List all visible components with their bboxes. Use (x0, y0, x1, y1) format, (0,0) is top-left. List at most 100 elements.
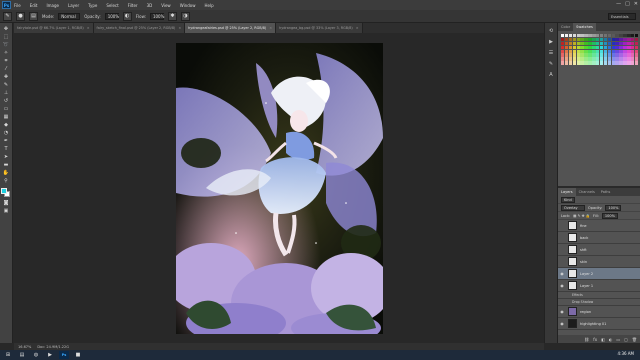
swatch-cell[interactable] (607, 57, 612, 61)
quick-select-tool-icon[interactable]: ✧ (2, 49, 11, 56)
swatch-cell[interactable] (580, 53, 584, 57)
swatch-cell[interactable] (584, 57, 588, 61)
swatch-cell[interactable] (576, 34, 580, 38)
lock-icons[interactable]: ▦ ✎ ✥ 🔒 (573, 214, 590, 218)
swatch-cell[interactable] (564, 45, 569, 50)
swatch-cell[interactable] (568, 49, 573, 53)
swatch-cell[interactable] (603, 53, 608, 57)
fx-icon[interactable]: fx (593, 337, 597, 342)
swatch-cell[interactable] (603, 37, 608, 42)
swatch-cell[interactable] (588, 57, 592, 61)
swatch-cell[interactable] (599, 41, 604, 46)
layer-effects[interactable]: Effects (558, 292, 640, 299)
brush-size-icon[interactable]: ● (16, 11, 25, 21)
swatch-cell[interactable] (572, 53, 577, 57)
swatch-cell[interactable] (627, 37, 631, 42)
swatch-cell[interactable] (576, 53, 580, 57)
swatch-cell[interactable] (588, 45, 592, 50)
swatch-cell[interactable] (619, 49, 623, 53)
layer-row[interactable]: fine (558, 220, 640, 232)
dodge-tool-icon[interactable]: ◔ (2, 129, 11, 136)
swatch-cell[interactable] (596, 53, 600, 57)
swatch-cell[interactable] (592, 53, 596, 57)
layer-row[interactable]: shft (558, 244, 640, 256)
swatch-cell[interactable] (588, 41, 592, 46)
swatch-cell[interactable] (572, 45, 577, 50)
pen-tool-icon[interactable]: ✒ (2, 137, 11, 144)
swatch-cell[interactable] (611, 37, 615, 42)
swatch-cell[interactable] (631, 45, 635, 50)
menu-window[interactable]: Window (180, 3, 196, 8)
swatch-cell[interactable] (599, 45, 604, 50)
trash-icon[interactable]: 🗑 (632, 337, 637, 342)
swatch-cell[interactable] (619, 45, 623, 50)
actions-icon[interactable]: ▶ (547, 38, 555, 45)
kind-filter[interactable]: Kind (561, 196, 575, 203)
swatch-cell[interactable] (615, 45, 619, 50)
swatch-cell[interactable] (623, 49, 627, 53)
swatch-cell[interactable] (607, 41, 612, 46)
swatch-cell[interactable] (607, 61, 612, 65)
brush-settings-icon[interactable]: ✎ (547, 60, 555, 67)
swatch-cell[interactable] (615, 53, 619, 57)
screen-mode-icon[interactable]: ▣ (2, 207, 11, 214)
swatch-cell[interactable] (592, 49, 596, 53)
layer-row[interactable]: ◉ highlighting 01 (558, 318, 640, 330)
swatch-cell[interactable] (615, 61, 619, 65)
swatch-cell[interactable] (599, 57, 604, 61)
tab-fairy-sketch[interactable]: fairy_sketch_final.psd @ 25% (Layer 2, R… (93, 23, 186, 33)
swatch-cell[interactable] (634, 34, 639, 38)
swatch-cell[interactable] (619, 57, 623, 61)
swatch-cell[interactable] (634, 37, 639, 42)
swatch-cell[interactable] (623, 34, 627, 38)
swatch-cell[interactable] (623, 41, 627, 46)
swatch-cell[interactable] (592, 45, 596, 50)
swatch-cell[interactable] (611, 57, 615, 61)
maximize-button[interactable]: □ (625, 1, 630, 7)
color-swatches[interactable] (1, 188, 11, 198)
photoshop-taskbar-icon[interactable]: Ps (59, 351, 69, 359)
visibility-eye-icon[interactable]: ◉ (558, 283, 566, 288)
swatch-cell[interactable] (561, 61, 565, 65)
swatch-cell[interactable] (596, 61, 600, 65)
swatch-cell[interactable] (627, 45, 631, 50)
menu-layer[interactable]: Layer (68, 3, 79, 8)
airbrush-icon[interactable]: ✱ (167, 11, 177, 21)
file-explorer-icon[interactable]: ▤ (17, 351, 27, 359)
swatch-cell[interactable] (596, 41, 600, 46)
minimize-button[interactable]: — (616, 1, 621, 7)
zoom-tool-icon[interactable]: ⚲ (2, 177, 11, 184)
swatch-cell[interactable] (580, 57, 584, 61)
swatch-cell[interactable] (607, 34, 612, 38)
swatch-cell[interactable] (592, 41, 596, 46)
tab-hydrangea-bg[interactable]: hydrangea_bg.psd @ 33% (Layer 3, RGB/8) × (276, 23, 363, 33)
blur-tool-icon[interactable]: ◆ (2, 121, 11, 128)
swatch-cell[interactable] (611, 45, 615, 50)
flow-field[interactable]: 100% (149, 12, 164, 20)
swatch-cell[interactable] (627, 57, 631, 61)
swatch-cell[interactable] (607, 45, 612, 50)
menu-edit[interactable]: Edit (30, 3, 38, 8)
swatch-cell[interactable] (580, 37, 584, 42)
swatch-cell[interactable] (576, 37, 580, 42)
swatch-cell[interactable] (631, 41, 635, 46)
swatch-cell[interactable] (615, 49, 619, 53)
pressure-size-icon[interactable]: ◑ (180, 11, 190, 21)
swatch-cell[interactable] (588, 53, 592, 57)
close-tab-icon[interactable]: × (269, 26, 272, 30)
adjustment-icon[interactable]: ◐ (609, 337, 613, 342)
swatch-cell[interactable] (572, 57, 577, 61)
brush-preset-icon[interactable]: ✎ (3, 11, 12, 21)
layer-row-selected[interactable]: ◉ Layer 2 (558, 268, 640, 280)
swatch-cell[interactable] (576, 61, 580, 65)
swatch-cell[interactable] (627, 53, 631, 57)
swatch-cell[interactable] (631, 49, 635, 53)
swatch-cell[interactable] (599, 49, 604, 53)
swatch-cell[interactable] (634, 45, 639, 50)
swatch-cell[interactable] (623, 57, 627, 61)
swatch-cell[interactable] (634, 61, 639, 65)
swatch-cell[interactable] (592, 61, 596, 65)
swatch-cell[interactable] (588, 34, 592, 38)
swatch-cell[interactable] (599, 37, 604, 42)
swatch-cell[interactable] (576, 45, 580, 50)
